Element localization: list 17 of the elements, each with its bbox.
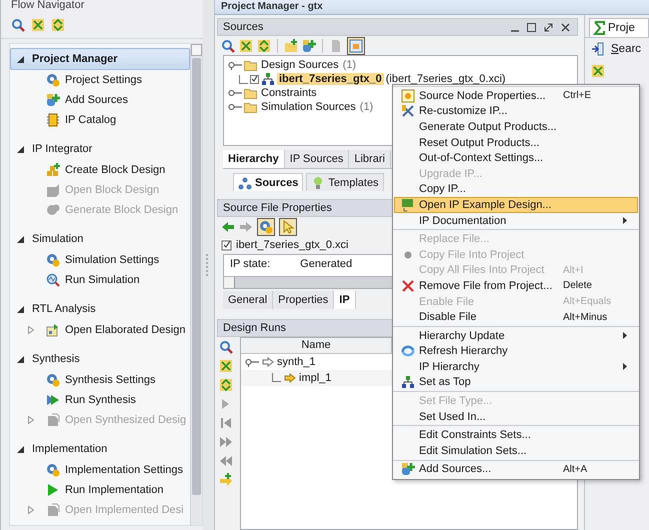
shortcut-text: Alt+Minus (563, 312, 608, 323)
file-name: ibert_7series_gtx_0.xci (236, 238, 349, 251)
field-label: IP state: (230, 258, 270, 272)
panel-title: Flow Navigator (10, 0, 86, 12)
item-count: (1) (342, 59, 356, 72)
field-value: Generated (300, 258, 352, 272)
shortcut-text: Alt+I (563, 264, 584, 276)
window-title: Project Manager - gtx (220, 0, 324, 13)
item-count: (1) (360, 101, 374, 114)
shortcut-text: Ctrl+E (563, 90, 592, 102)
shortcut-text: Alt+Equals (563, 296, 612, 308)
panel-title: Sources (223, 20, 264, 35)
shortcut-text: Delete (563, 280, 592, 292)
item-detail: (ibert_7series_gtx_0.xci) (386, 73, 506, 86)
panel-title: Design Runs (223, 320, 286, 336)
shortcut-text: Alt+A (563, 464, 588, 475)
panel-title: Source File Properties (223, 200, 332, 216)
